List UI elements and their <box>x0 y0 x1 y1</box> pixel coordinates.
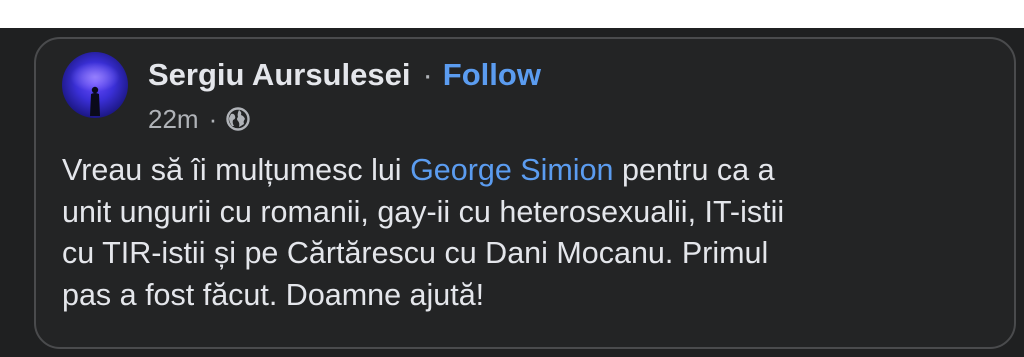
avatar-figure-icon <box>90 86 100 116</box>
author-name[interactable]: Sergiu Aursulesei <box>148 57 410 93</box>
post-body-line-1-start: Vreau să îi mulțumesc lui <box>62 153 411 187</box>
mention-link[interactable]: George Simion <box>410 153 613 187</box>
post-body-line-1: Vreau să îi mulțumesc lui George Simion … <box>62 150 992 192</box>
post-body-line-3: cu TIR-istii și pe Cărtărescu cu Dani Mo… <box>62 236 769 270</box>
top-strip <box>0 0 1024 28</box>
post-body-line-4: pas a fost făcut. Doamne ajută! <box>62 277 485 312</box>
post-header: Sergiu Aursulesei · Follow <box>148 55 541 95</box>
globe-icon <box>226 107 250 131</box>
post-meta: 22m · <box>148 102 251 136</box>
follow-button[interactable]: Follow <box>443 57 541 93</box>
post-body: Vreau să îi mulțumesc lui George Simion … <box>62 150 992 316</box>
post-body-line-1-end: pentru ca a <box>613 153 775 187</box>
meta-separator: · <box>208 103 218 134</box>
header-separator: · <box>422 57 433 92</box>
post-body-line-2: unit ungurii cu romanii, gay-ii cu heter… <box>62 194 785 229</box>
avatar[interactable] <box>62 52 128 118</box>
post-timestamp[interactable]: 22m <box>148 104 199 135</box>
